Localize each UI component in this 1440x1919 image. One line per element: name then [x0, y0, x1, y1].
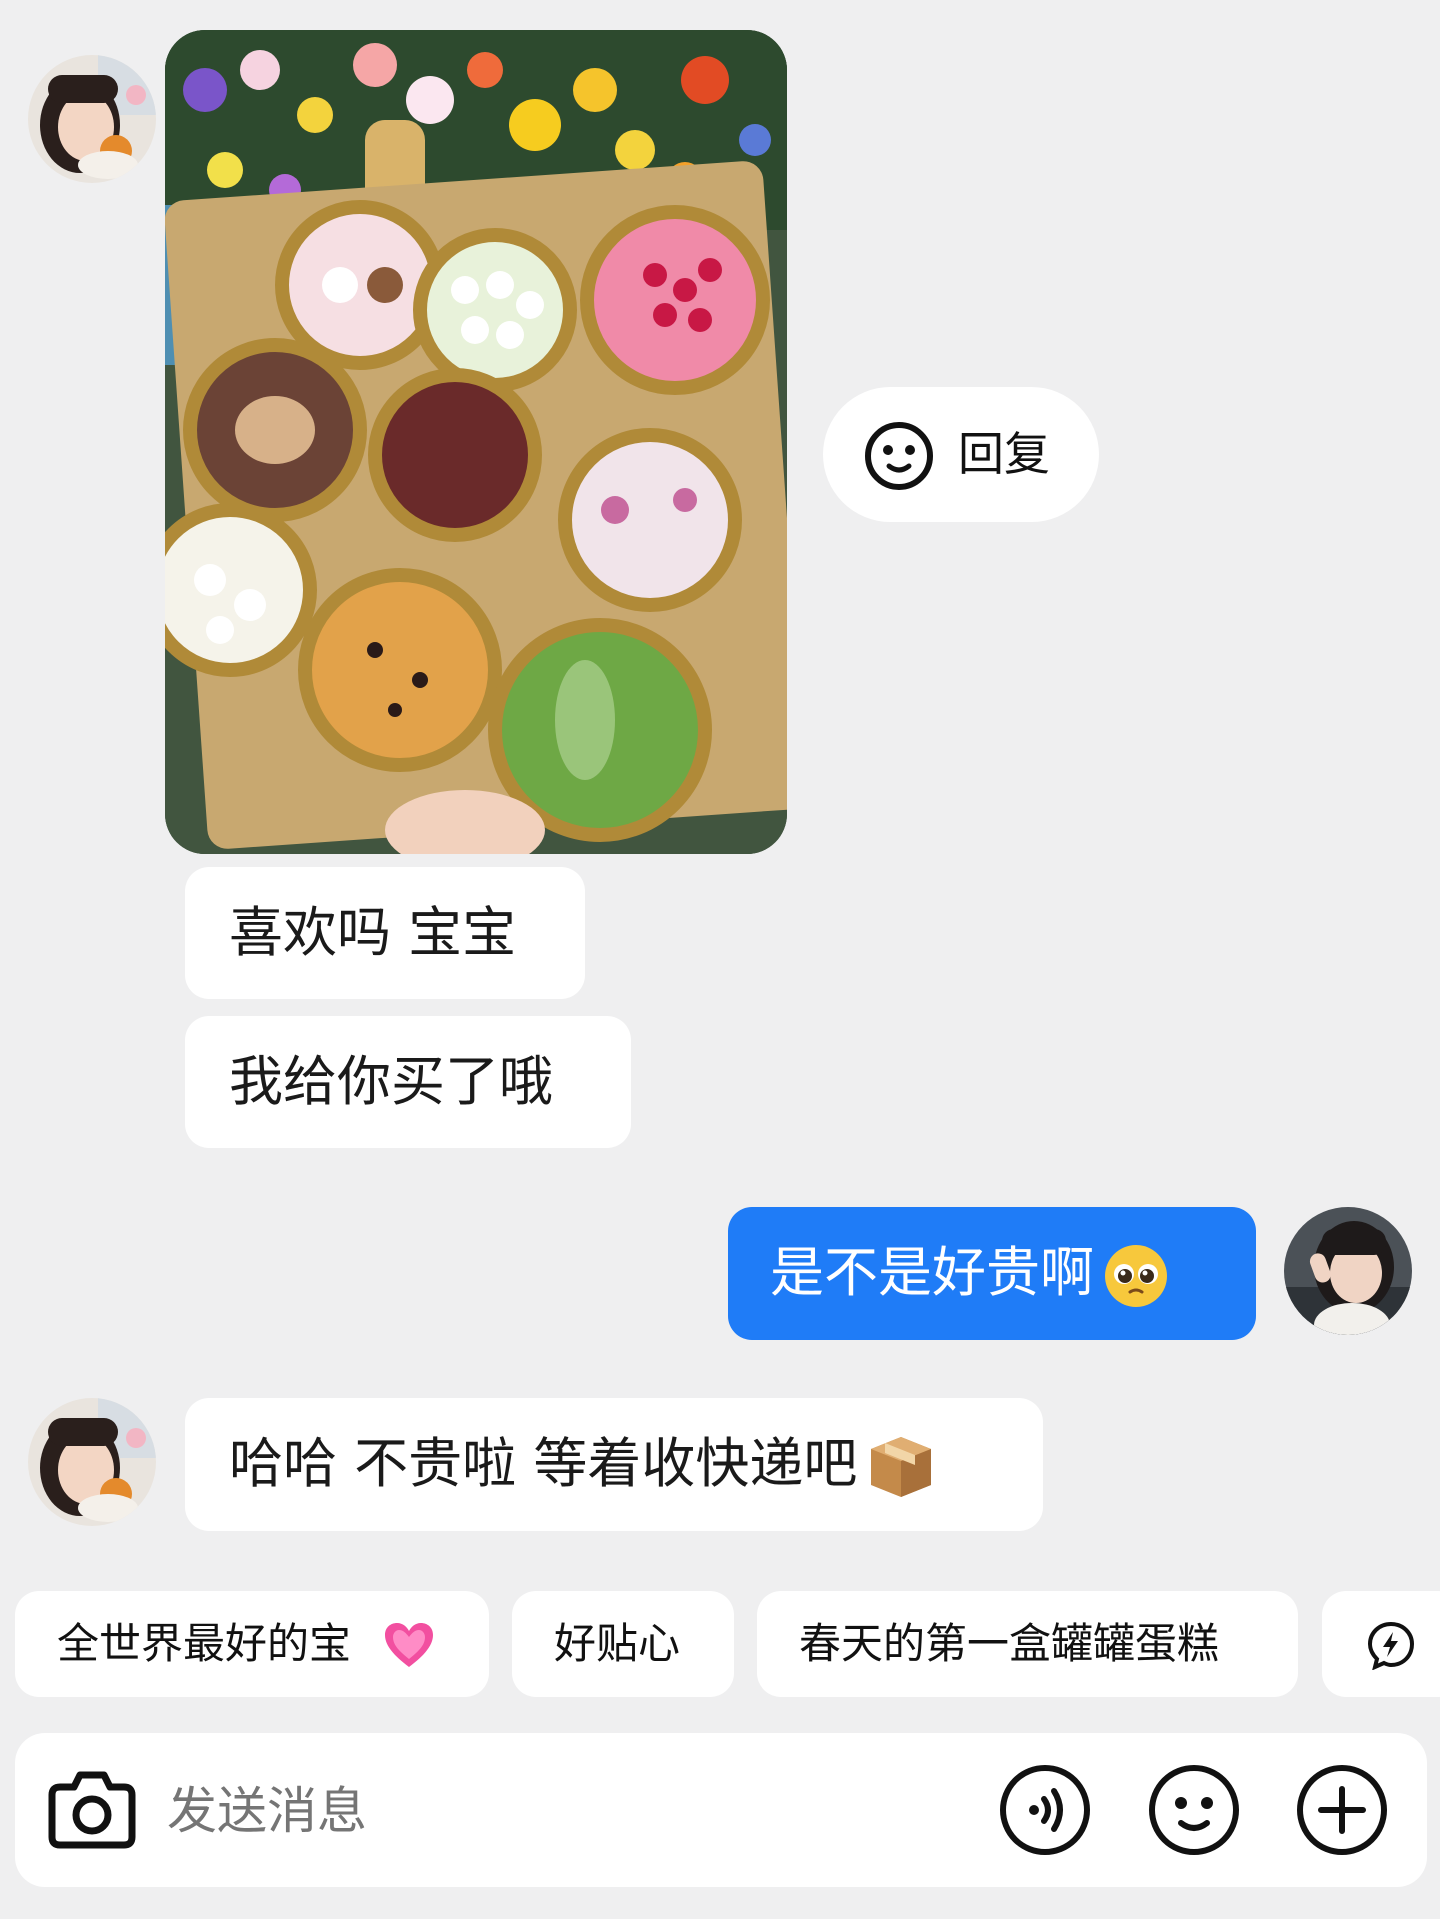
chat-screen: 回复 喜欢吗 宝宝 我给你买了哦 是不是好贵啊 哈哈 不贵啦 等着收快递吧 全世…	[0, 0, 1440, 1919]
my-avatar[interactable]	[1284, 1207, 1412, 1335]
camera-icon[interactable]	[46, 1765, 138, 1855]
heart-icon	[385, 1623, 433, 1667]
package-icon	[871, 1437, 932, 1498]
message-text: 喜欢吗 宝宝	[229, 901, 517, 964]
pleading-face-icon	[1105, 1245, 1167, 1308]
shared-cake-photo[interactable]	[165, 30, 787, 854]
quick-reply-chip[interactable]: 全世界最好的宝	[15, 1591, 489, 1697]
message-input[interactable]	[165, 1773, 769, 1849]
message-bubble-them[interactable]: 哈哈 不贵啦 等着收快递吧	[185, 1398, 1043, 1531]
quick-reply-chip[interactable]: 好贴心	[512, 1591, 734, 1697]
lightning-bubble-icon	[1367, 1621, 1415, 1670]
message-bubble-me[interactable]: 是不是好贵啊	[728, 1207, 1256, 1340]
emoji-icon[interactable]	[1147, 1763, 1241, 1857]
reply-label: 回复	[958, 427, 1050, 481]
message-bubble-them[interactable]: 我给你买了哦	[185, 1016, 631, 1148]
message-text: 我给你买了哦	[229, 1050, 553, 1113]
message-composer	[15, 1733, 1427, 1887]
quick-reply-chip-more[interactable]	[1322, 1591, 1440, 1697]
voice-icon[interactable]	[998, 1763, 1092, 1857]
smiley-icon	[865, 422, 933, 490]
message-text: 是不是好贵啊	[770, 1241, 1094, 1304]
reply-button[interactable]: 回复	[823, 387, 1099, 522]
chip-label: 好贴心	[554, 1619, 681, 1668]
message-text: 哈哈 不贵啦 等着收快递吧	[229, 1432, 858, 1495]
contact-avatar[interactable]	[28, 1398, 156, 1526]
quick-reply-chip[interactable]: 春天的第一盒罐罐蛋糕	[757, 1591, 1298, 1697]
chip-label: 春天的第一盒罐罐蛋糕	[799, 1619, 1220, 1668]
plus-icon[interactable]	[1295, 1763, 1389, 1857]
chip-label: 全世界最好的宝	[57, 1619, 352, 1668]
contact-avatar[interactable]	[28, 55, 156, 183]
message-bubble-them[interactable]: 喜欢吗 宝宝	[185, 867, 585, 999]
